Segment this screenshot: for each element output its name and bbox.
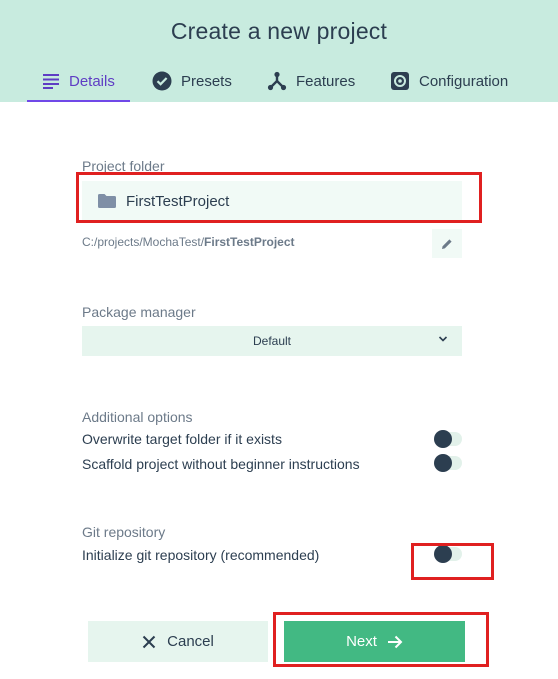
tab-label: Configuration	[419, 72, 509, 90]
additional-options-label: Additional options	[82, 409, 193, 425]
cancel-button[interactable]: Cancel	[88, 621, 268, 662]
git-repository-label: Git repository	[82, 524, 166, 540]
package-manager-value: Default	[252, 334, 292, 348]
folder-icon	[98, 194, 116, 208]
tab-label: Details	[69, 72, 115, 90]
next-label: Next	[346, 633, 377, 650]
cancel-label: Cancel	[167, 633, 214, 650]
arrow-right-icon	[387, 635, 403, 648]
gear-icon	[391, 72, 409, 90]
overwrite-toggle[interactable]	[434, 430, 462, 448]
project-folder-input[interactable]: FirstTestProject	[82, 181, 462, 221]
edit-path-button[interactable]	[432, 229, 462, 258]
project-folder-label: Project folder	[82, 158, 165, 174]
toggle-knob	[434, 454, 452, 472]
toggle-knob	[434, 545, 452, 563]
details-list-icon	[43, 74, 59, 89]
project-folder-value: FirstTestProject	[126, 192, 230, 210]
tab-label: Presets	[181, 72, 232, 90]
package-manager-label: Package manager	[82, 304, 196, 320]
pencil-icon	[442, 238, 452, 249]
init-git-option-label: Initialize git repository (recommended)	[82, 547, 320, 563]
project-path-name: FirstTestProject	[204, 235, 295, 249]
project-path: C:/projects/MochaTest/FirstTestProject	[82, 235, 295, 249]
check-circle-icon	[152, 71, 172, 91]
next-button[interactable]: Next	[284, 621, 465, 662]
package-manager-select[interactable]: Default	[82, 326, 462, 356]
tab-presets[interactable]: Presets	[152, 62, 232, 100]
tab-details[interactable]: Details	[27, 62, 130, 102]
fork-icon	[267, 71, 287, 91]
tab-label: Features	[296, 72, 356, 90]
scaffold-toggle[interactable]	[434, 454, 462, 472]
header: Create a new project Details Presets Fea…	[0, 0, 558, 102]
toggle-knob	[434, 430, 452, 448]
tab-features[interactable]: Features	[267, 62, 355, 100]
page-title: Create a new project	[170, 18, 388, 44]
tab-bar: Details Presets Features Configuration	[0, 62, 558, 102]
init-git-toggle[interactable]	[434, 545, 462, 563]
project-path-prefix: C:/projects/MochaTest/	[82, 235, 205, 249]
close-icon	[142, 635, 156, 648]
tab-configuration[interactable]: Configuration	[390, 62, 508, 100]
scaffold-option-label: Scaffold project without beginner instru…	[82, 456, 360, 472]
chevron-down-icon	[438, 336, 448, 342]
overwrite-option-label: Overwrite target folder if it exists	[82, 431, 282, 447]
